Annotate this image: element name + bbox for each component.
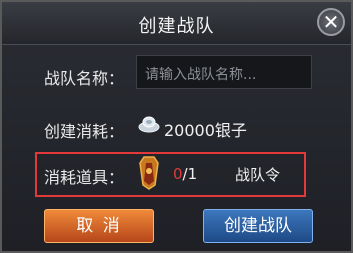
item-name: 战队令 [235,166,281,184]
create-team-button[interactable]: 创建战队 [203,209,313,243]
item-label: 消耗道具： [44,168,125,187]
cost-label: 创建消耗： [44,122,125,141]
team-name-input[interactable]: 请输入战队名称... [136,55,312,89]
dialog-title: 创建战队 [138,16,215,37]
silver-ingot-icon [138,116,160,133]
team-name-label: 战队名称： [44,69,125,88]
item-required-count: /1 [182,165,198,183]
dialog-titlebar: 创建战队 ✕ [2,2,351,45]
create-team-dialog: 创建战队 ✕ 战队名称： 请输入战队名称... 创建消耗： 20000银子 消耗… [0,0,353,253]
item-count: 0/1 [173,165,197,183]
team-token-icon[interactable] [136,155,162,191]
item-current-count: 0 [173,165,183,183]
cost-value: 20000银子 [164,121,247,140]
close-icon[interactable]: ✕ [317,8,345,36]
cancel-button[interactable]: 取 消 [44,209,154,243]
